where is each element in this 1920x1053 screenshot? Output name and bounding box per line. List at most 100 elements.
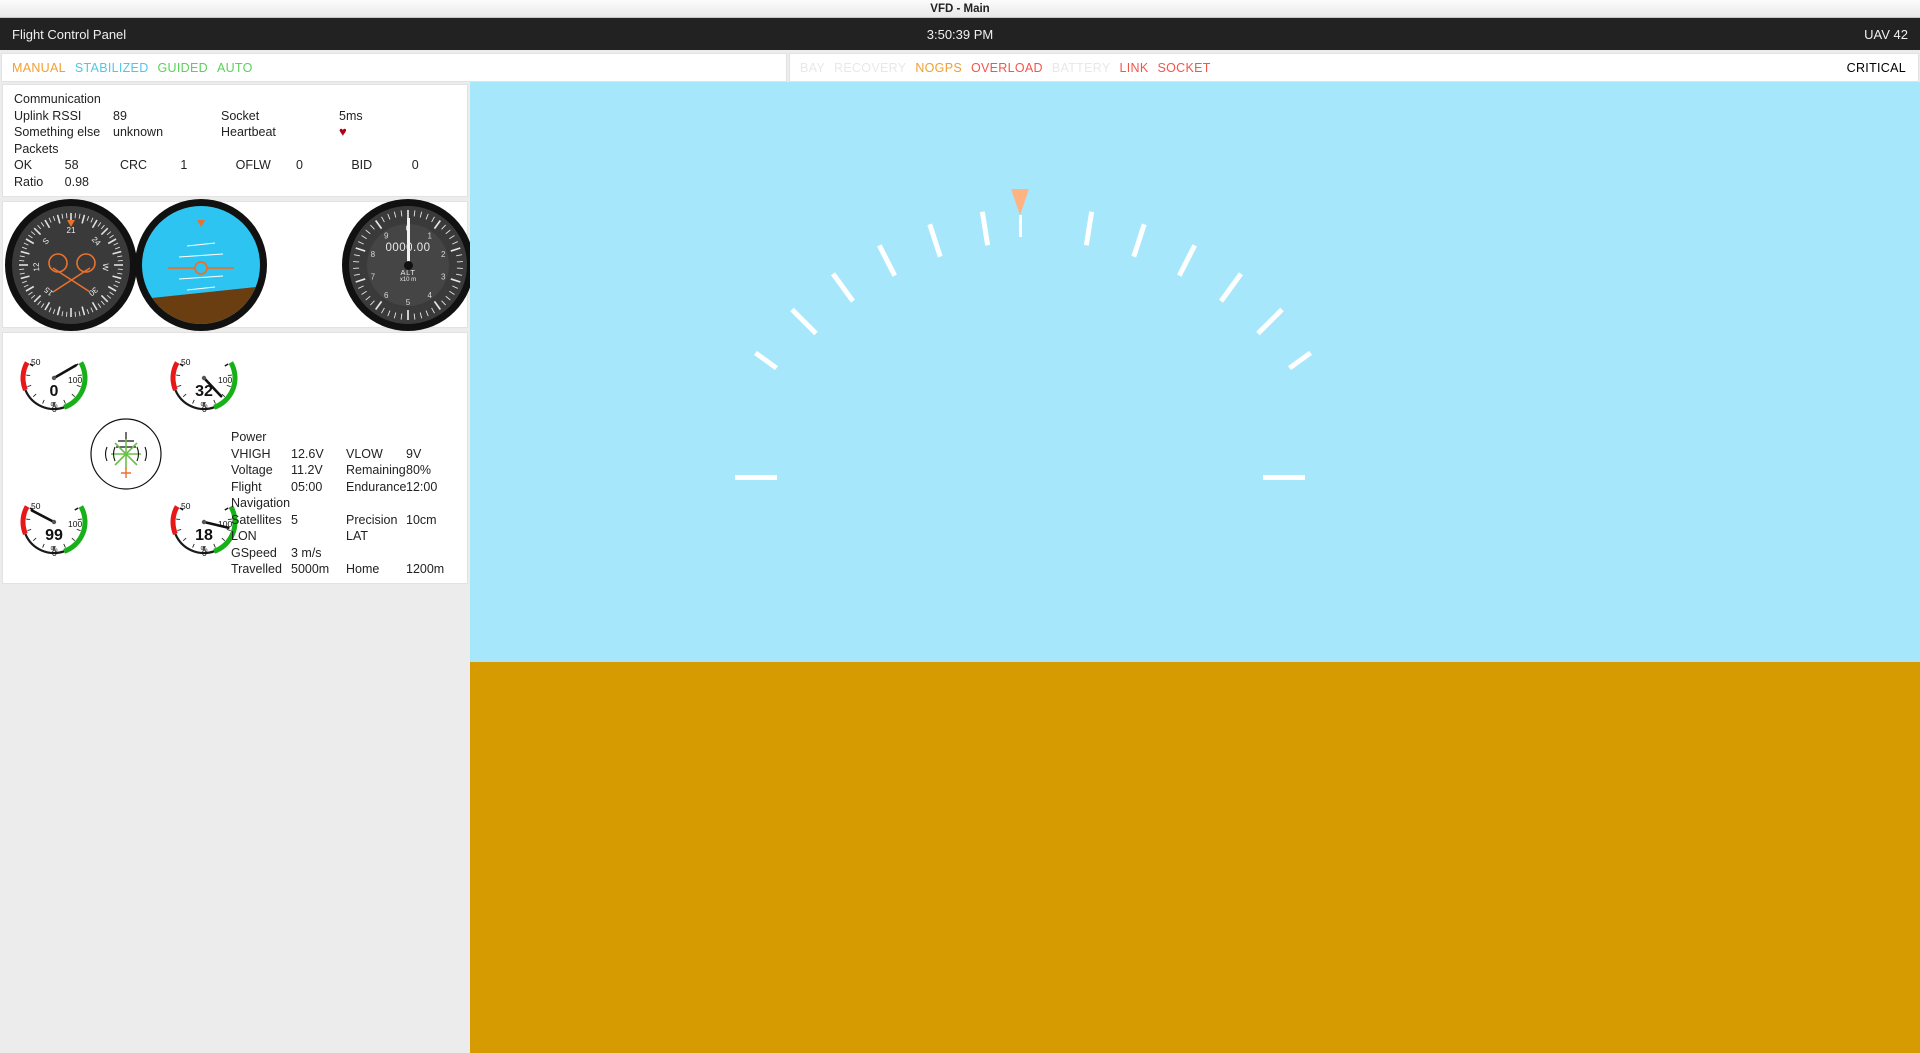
table-row: VHIGH 12.6V VLOW 9V xyxy=(231,446,466,463)
hud-compass-tick xyxy=(789,307,818,335)
field-value: 1 xyxy=(180,158,188,172)
field-label: Precision xyxy=(346,512,398,527)
field-value: 0 xyxy=(411,158,419,172)
artificial-horizon xyxy=(142,205,260,324)
systems-card: 50 100 0 0% 50 100 0 32% 50 100 0 99% 50 100 0 18% Powe… xyxy=(2,332,468,584)
flight-mode-panel[interactable]: MANUAL STABILIZED GUIDED AUTO xyxy=(1,53,787,82)
field-label: CRC xyxy=(119,158,148,172)
field-label: VLOW xyxy=(346,446,383,461)
field-value: 12.6V xyxy=(291,446,324,461)
field-label xyxy=(236,174,296,191)
field-value: 5000m xyxy=(291,562,330,576)
svg-text:12: 12 xyxy=(32,261,42,271)
table-row: Voltage 11.2V Remaining 80% xyxy=(231,462,466,479)
field-label xyxy=(346,545,406,562)
field-value xyxy=(406,545,466,562)
field-value: 12:00 xyxy=(406,479,438,494)
field-value: 11.2V xyxy=(291,463,323,477)
hud-compass-tick xyxy=(1176,244,1197,277)
warning-link: LINK xyxy=(1119,60,1149,75)
svg-text:W: W xyxy=(101,262,110,271)
field-value: 05:00 xyxy=(291,479,323,494)
window-title-bar: VFD - Main xyxy=(0,0,1920,18)
field-label: Voltage xyxy=(231,463,273,477)
mode-button-auto[interactable]: AUTO xyxy=(217,61,253,75)
field-value xyxy=(291,528,346,545)
hud-compass-tick xyxy=(1083,211,1094,246)
section-label: Packets xyxy=(14,141,59,156)
field-value: 3 m/s xyxy=(291,545,322,560)
svg-text:9: 9 xyxy=(384,231,389,240)
hud-compass-tick xyxy=(831,272,856,303)
uav-identifier: UAV 42 xyxy=(1864,26,1908,42)
field-value: 89 xyxy=(113,108,127,123)
field-label: Socket xyxy=(221,108,260,123)
communication-heading: Communication xyxy=(3,91,467,108)
gauge-tick-50: 50 xyxy=(31,357,41,367)
field-label: OK xyxy=(14,158,33,172)
hud-compass-tick xyxy=(1256,307,1285,335)
field-label: LON xyxy=(231,529,257,543)
page-title: Flight Control Panel xyxy=(12,26,127,42)
power-navigation-panel: Power VHIGH 12.6V VLOW 9V Voltage 11.2V Remain… xyxy=(231,429,466,578)
window-title: VFD - Main xyxy=(930,2,990,15)
field-label: BID xyxy=(351,158,373,172)
field-value: 9V xyxy=(406,446,422,461)
table-row: Satellites 5 Precision 10cm xyxy=(231,512,466,529)
gauge-tick-50: 50 xyxy=(31,501,41,511)
field-value xyxy=(412,174,467,191)
mode-button-guided[interactable]: GUIDED xyxy=(158,61,208,75)
gauge-unit: % xyxy=(50,545,58,554)
hud-compass-tick xyxy=(1287,350,1312,371)
section-label: Navigation xyxy=(231,496,291,510)
hud-ground xyxy=(470,662,1920,1053)
mode-button-stabilized[interactable]: STABILIZED xyxy=(75,61,149,75)
field-value: 5 xyxy=(291,512,298,527)
field-label: Travelled xyxy=(231,562,282,576)
altimeter-digits: 0000.00 xyxy=(385,241,431,254)
field-label: Endurance xyxy=(346,479,407,494)
field-label: OFLW xyxy=(235,158,271,172)
field-label: GSpeed xyxy=(231,545,277,560)
warning-battery: BATTERY xyxy=(1051,60,1111,75)
gauge-power-left: 50 100 0 99% xyxy=(13,483,95,561)
heart-icon: ♥ xyxy=(339,124,347,139)
warning-overload: OVERLOAD xyxy=(970,60,1043,75)
warning-panel: BAY RECOVERY NOGPS OVERLOAD BATTERY LINK SOCKE… xyxy=(789,53,1919,82)
field-value: 0 xyxy=(296,158,303,172)
warning-bay: BAY xyxy=(800,60,825,75)
status-badge-critical: CRITICAL xyxy=(1846,60,1906,75)
main-body: Communication Uplink RSSI 89 Socket 5ms Some… xyxy=(0,82,1920,1053)
gauge-tick-50: 50 xyxy=(181,501,191,511)
warning-recovery: RECOVERY xyxy=(834,60,907,75)
field-value xyxy=(406,528,466,545)
table-row: Travelled 5000m Home 1200m xyxy=(231,561,466,578)
instrument-cluster: 15 12 S 21 24 W 30 1 2 3 4 5 6 7 8 9 000… xyxy=(2,201,468,328)
hud-compass-tick xyxy=(980,211,991,246)
field-label: Flight xyxy=(231,479,262,494)
table-row: OK 58 CRC 1 OFLW 0 BID 0 xyxy=(3,157,467,174)
primary-flight-display[interactable] xyxy=(470,82,1920,1053)
table-row: Uplink RSSI 89 Socket 5ms xyxy=(3,108,467,125)
navigation-heading: Navigation xyxy=(231,495,466,512)
hud-runway-marker xyxy=(735,475,777,480)
power-heading: Power xyxy=(231,429,466,446)
warning-nogps: NOGPS xyxy=(915,60,962,75)
gauge-unit: % xyxy=(200,401,208,410)
mode-button-manual[interactable]: MANUAL xyxy=(12,61,66,75)
altimeter: 0123456789 0000.00 ALT x10 m xyxy=(349,205,467,324)
field-label: Home xyxy=(346,562,380,576)
field-value: 10cm xyxy=(406,512,437,527)
gauge-value: 32 xyxy=(195,383,213,400)
field-value: 0.98 xyxy=(64,174,90,189)
field-label: Satellites xyxy=(231,512,282,527)
horizon-roll-marker xyxy=(197,219,205,227)
table-row: Something else unknown Heartbeat ♥ xyxy=(3,124,467,141)
field-value xyxy=(180,174,235,191)
hud-compass-tick xyxy=(1218,272,1243,303)
gauge-throttle-left: 50 100 0 0% xyxy=(13,339,95,417)
field-value: unknown xyxy=(113,125,164,139)
field-value xyxy=(296,174,351,191)
hud-compass-tick xyxy=(927,223,943,258)
table-row: Flight 05:00 Endurance 12:00 xyxy=(231,479,466,496)
